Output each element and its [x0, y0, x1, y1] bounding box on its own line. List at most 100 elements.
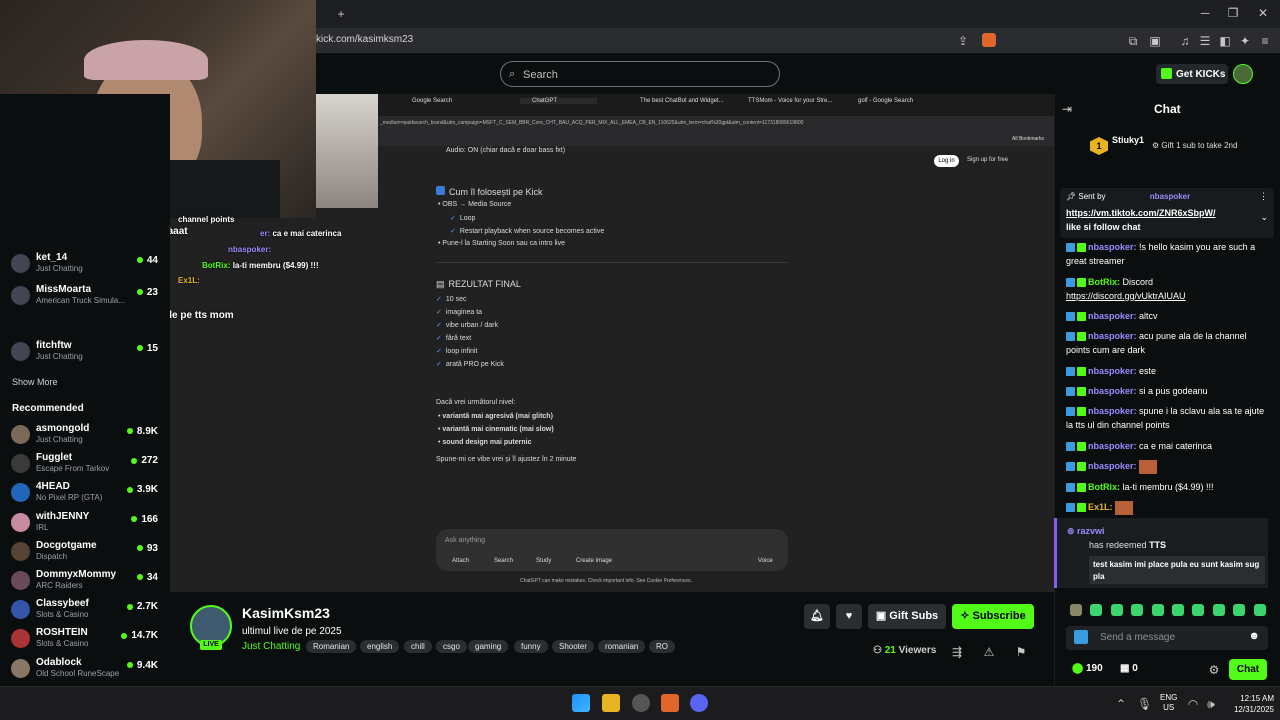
recommended-channel[interactable]: Odablock Old School RuneScape 9.4K: [0, 655, 168, 683]
redeem-user[interactable]: ⊚ razvwi: [1067, 526, 1105, 537]
recommended-channel[interactable]: 4HEAD No Pixel RP (GTA) 3.9K: [0, 479, 168, 507]
badge-icon: [1077, 332, 1086, 342]
chevron-down-icon[interactable]: ⌄: [1260, 212, 1268, 223]
follow-button[interactable]: ♥: [836, 604, 862, 629]
new-tab-button[interactable]: +: [334, 7, 348, 21]
stream-category[interactable]: Just Chatting: [242, 641, 300, 652]
chat-username[interactable]: Ex1L:: [1088, 502, 1113, 512]
show-more-link[interactable]: Show More: [12, 377, 58, 387]
chat-username[interactable]: nbaspoker:: [1088, 461, 1137, 471]
emote-icon: [1139, 459, 1158, 474]
emote-icon[interactable]: [1233, 604, 1246, 616]
chat-settings-icon[interactable]: ⚙: [1207, 663, 1221, 677]
chat-username[interactable]: nbaspoker:: [1088, 366, 1137, 376]
tag-chip[interactable]: english: [360, 640, 400, 653]
more-options-icon[interactable]: ⚑: [1014, 645, 1028, 659]
obs-icon[interactable]: [632, 694, 650, 712]
chat-link[interactable]: https://discord.gg/vUktrAIUAU: [1066, 291, 1186, 301]
channel-name[interactable]: KasimKsm23: [242, 605, 330, 621]
emote-icon[interactable]: [1131, 604, 1144, 616]
emote-icon[interactable]: [1090, 604, 1103, 616]
emote-icon[interactable]: [1253, 604, 1266, 616]
emoji-icon[interactable]: ☻: [1248, 630, 1260, 642]
emote-icon[interactable]: [1172, 604, 1184, 616]
pinned-link[interactable]: https://vm.tiktok.com/ZNR6xSbpW/: [1066, 208, 1216, 218]
notification-button[interactable]: 🔔︎: [804, 604, 830, 629]
sidebar-channel[interactable]: fitchftw Just Chatting 15: [0, 338, 168, 366]
chat-username[interactable]: nbaspoker:: [1088, 331, 1137, 341]
collapse-chat-icon[interactable]: ⇥: [1060, 102, 1074, 116]
chat-username[interactable]: nbaspoker:: [1088, 441, 1137, 451]
gift-subs-button[interactable]: ▣ Gift Subs: [868, 604, 946, 629]
top-gifter-name[interactable]: Stiuky1: [1112, 135, 1144, 145]
chat-username[interactable]: nbaspoker:: [1088, 386, 1137, 396]
leo-icon[interactable]: ✦: [1238, 34, 1252, 48]
media-icon[interactable]: ♫: [1178, 34, 1192, 48]
gift-box-icon: ▦: [1120, 663, 1133, 674]
tag-chip[interactable]: Shooter: [552, 640, 595, 653]
sidebar-channel[interactable]: MissMoarta American Truck Simula... 23: [0, 282, 168, 310]
chat-input[interactable]: Send a message ☻: [1066, 626, 1268, 650]
get-kicks-button[interactable]: Get KICKs: [1156, 64, 1228, 84]
chat-username[interactable]: BotRix:: [1088, 482, 1120, 492]
recommended-channel[interactable]: DommyxMommy ARC Raiders 34: [0, 567, 168, 595]
user-avatar[interactable]: [1233, 64, 1253, 84]
brave-icon[interactable]: [661, 694, 679, 712]
recommended-channel[interactable]: Fugglet Escape From Tarkov 272: [0, 450, 168, 478]
chat-username[interactable]: nbaspoker:: [1088, 242, 1137, 252]
share-icon[interactable]: ⇪: [956, 34, 970, 48]
extensions-icon[interactable]: ⧉: [1126, 34, 1140, 48]
reader-icon[interactable]: ☰: [1198, 34, 1212, 48]
sidebar-toggle-icon[interactable]: ◧: [1218, 34, 1232, 48]
chat-username[interactable]: BotRix:: [1088, 277, 1120, 287]
channel-game: American Truck Simula...: [36, 296, 125, 305]
url-text[interactable]: kick.com/kasimksm23: [316, 34, 413, 45]
close-window-button[interactable]: ✕: [1256, 6, 1270, 20]
minimize-button[interactable]: ─: [1198, 6, 1212, 20]
recommended-channel[interactable]: Docgotgame Dispatch 93: [0, 538, 168, 566]
tag-chip[interactable]: chill: [404, 640, 432, 653]
subscribe-button[interactable]: ✧ Subscribe: [952, 604, 1034, 629]
emote-icon[interactable]: [1212, 604, 1225, 616]
chat-username[interactable]: nbaspoker:: [1088, 406, 1137, 416]
share-stream-icon[interactable]: ⇶: [950, 645, 964, 659]
gift-prompt[interactable]: ⚙ Gift 1 sub to take 2nd: [1152, 141, 1237, 150]
tray-chevron-icon[interactable]: ⌃: [1114, 697, 1128, 711]
wifi-icon[interactable]: ◠: [1186, 697, 1200, 711]
tag-chip[interactable]: csgo: [436, 640, 467, 653]
gpt-result-item: ✓ vibe urban / dark: [436, 322, 499, 329]
volume-icon[interactable]: 🕪︎: [1204, 697, 1218, 711]
channel-name: Fugglet: [36, 452, 73, 464]
wallet-icon[interactable]: ▣: [1148, 34, 1162, 48]
badge-icon: [1066, 483, 1075, 493]
menu-icon[interactable]: ≡: [1258, 34, 1272, 48]
tag-chip[interactable]: Romanian: [306, 640, 357, 653]
tag-chip[interactable]: RO: [649, 640, 675, 653]
recommended-channel[interactable]: ROSHTEIN Slots & Casino 14.7K: [0, 625, 168, 653]
windows-start-icon[interactable]: [572, 694, 590, 712]
recommended-channel[interactable]: Classybeef Slots & Casino 2.7K: [0, 596, 168, 624]
clock[interactable]: 12:15 AM 12/31/2025: [1226, 693, 1274, 715]
search-input[interactable]: ⌕ Search: [500, 61, 780, 87]
report-icon[interactable]: ⚠: [982, 645, 996, 659]
pin-icon[interactable]: ⋮: [1259, 191, 1268, 202]
microphone-icon[interactable]: 🎙︎: [1137, 697, 1152, 711]
tag-chip[interactable]: romanian: [598, 640, 646, 653]
recommended-channel[interactable]: asmongold Just Chatting 8.9K: [0, 421, 168, 449]
recommended-channel[interactable]: withJENNY IRL 166: [0, 509, 168, 537]
emote-icon[interactable]: [1110, 604, 1123, 616]
discord-icon[interactable]: [690, 694, 708, 712]
sidebar-channel[interactable]: ket_14 Just Chatting 44: [0, 250, 168, 278]
tag-chip[interactable]: gaming: [468, 640, 509, 653]
file-explorer-icon[interactable]: [602, 694, 620, 712]
language-indicator[interactable]: ENG US: [1160, 693, 1177, 713]
tag-chip[interactable]: funny: [514, 640, 548, 653]
redeem-text: has redeemed TTS: [1089, 540, 1167, 550]
emote-icon[interactable]: [1070, 604, 1082, 616]
brave-shield-icon[interactable]: [982, 33, 996, 47]
emote-icon[interactable]: [1151, 604, 1164, 616]
emote-icon[interactable]: [1192, 604, 1205, 616]
chat-send-button[interactable]: Chat: [1229, 659, 1267, 680]
maximize-button[interactable]: ❐: [1226, 6, 1240, 20]
chat-username[interactable]: nbaspoker:: [1088, 311, 1137, 321]
